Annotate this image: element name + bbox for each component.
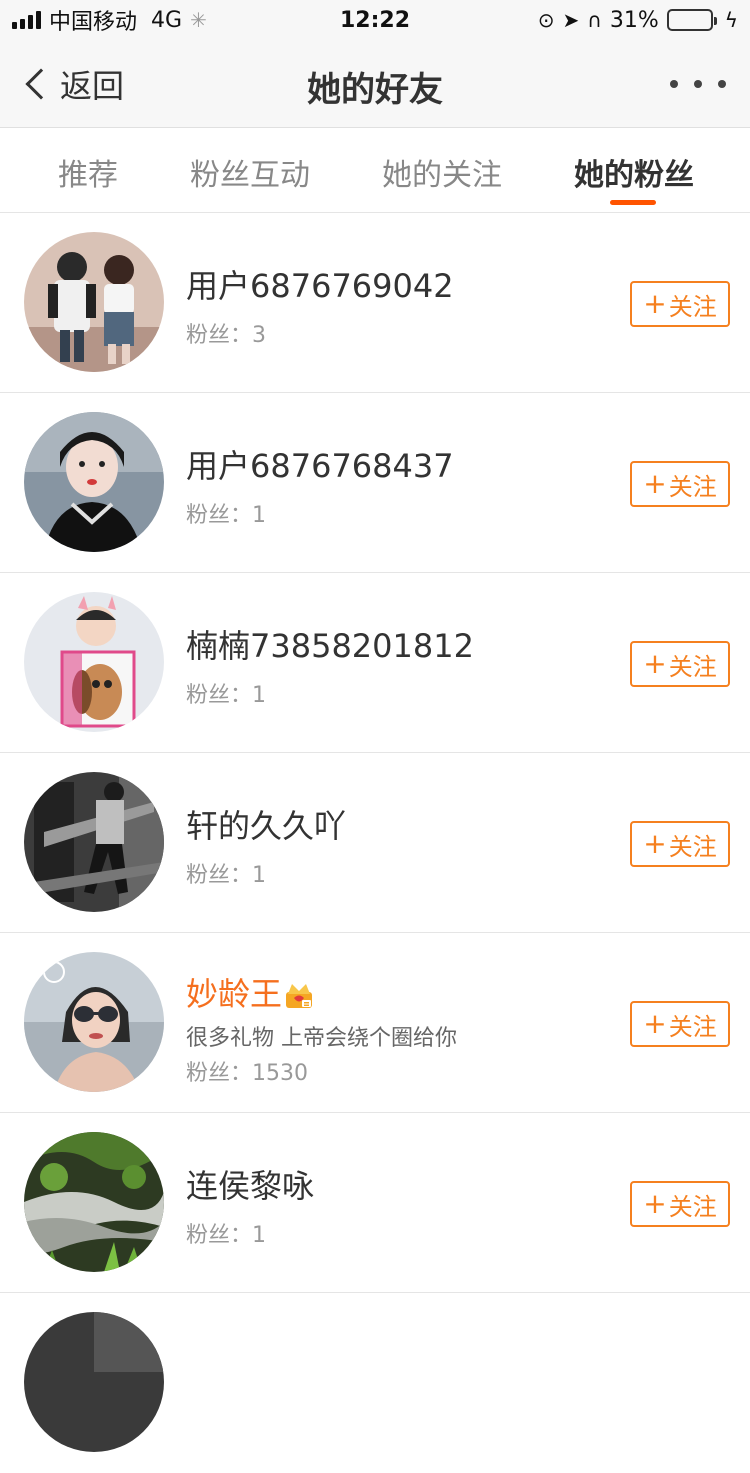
username[interactable]: 用户6876769042 [186, 261, 454, 307]
follow-label: 关注 [668, 832, 717, 861]
list-item[interactable]: 妙龄王 很多礼物 上帝会绕个圈给你 粉丝：1530 + 关注 [0, 933, 750, 1113]
avatar[interactable] [24, 592, 164, 732]
avatar[interactable] [24, 1132, 164, 1272]
follow-button[interactable]: + 关注 [630, 1001, 730, 1047]
list-item[interactable] [0, 1293, 750, 1473]
battery-percent: 31% [609, 7, 659, 33]
username[interactable]: 用户6876768437 [186, 441, 454, 487]
tab-her-following[interactable]: 她的关注 [382, 150, 502, 194]
follow-button[interactable]: + 关注 [630, 281, 730, 327]
navigation-bar: 返回 她的好友 [0, 40, 750, 128]
signal-icon [12, 11, 41, 29]
follow-label: 关注 [668, 472, 717, 501]
plus-icon: + [643, 467, 667, 500]
plus-icon: + [643, 1007, 667, 1040]
username[interactable]: 楠楠73858201812 [186, 621, 474, 667]
follow-label: 关注 [668, 1192, 717, 1221]
carrier-label: 中国移动 [49, 10, 138, 35]
avatar[interactable] [24, 232, 164, 372]
lock-rotation-icon: ⊙ [537, 8, 555, 32]
tab-her-fans[interactable]: 她的粉丝 [574, 150, 694, 194]
more-dots-icon[interactable] [670, 70, 726, 98]
user-bio: 很多礼物 上帝会绕个圈给你 [186, 1026, 457, 1051]
plus-icon: + [643, 1187, 667, 1220]
avatar[interactable] [24, 772, 164, 912]
tab-bar: 推荐 粉丝互动 她的关注 她的粉丝 [0, 128, 750, 213]
page-title: 她的好友 [307, 70, 443, 110]
fans-count: 粉丝：1530 [186, 1061, 308, 1086]
avatar[interactable] [24, 412, 164, 552]
plus-icon: + [643, 827, 667, 860]
fans-count: 粉丝：3 [186, 323, 266, 348]
tab-fan-interaction[interactable]: 粉丝互动 [190, 150, 310, 194]
username[interactable]: 妙龄王 [186, 969, 314, 1015]
username[interactable]: 连侯黎咏 [186, 1161, 314, 1207]
charging-icon: ϟ [724, 8, 738, 32]
list-item[interactable]: 楠楠73858201812 粉丝：1 + 关注 [0, 573, 750, 753]
username[interactable]: 轩的久久吖 [186, 801, 346, 847]
username-text: 妙龄王 [186, 975, 283, 1013]
plus-icon: + [643, 647, 667, 680]
avatar[interactable] [24, 952, 164, 1092]
list-item[interactable]: 连侯黎咏 粉丝：1 + 关注 [0, 1113, 750, 1293]
active-tab-indicator [610, 200, 656, 205]
plus-icon: + [643, 287, 667, 320]
status-bar: 中国移动 4G ✳ 12:22 ⊙ ➤ ∩ 31% ϟ [0, 0, 750, 40]
list-item[interactable]: 轩的久久吖 粉丝：1 + 关注 [0, 753, 750, 933]
network-label: 4G [151, 7, 183, 33]
list-item[interactable]: 用户6876769042 粉丝：3 + 关注 [0, 213, 750, 393]
status-right: ⊙ ➤ ∩ 31% ϟ [538, 8, 738, 33]
follow-button[interactable]: + 关注 [630, 641, 730, 687]
status-left: 中国移动 4G ✳ [12, 4, 207, 36]
crown-icon [286, 984, 313, 1008]
avatar[interactable] [24, 1312, 164, 1452]
fans-count: 粉丝：1 [186, 1223, 266, 1248]
list-item[interactable]: 用户6876768437 粉丝：1 + 关注 [0, 393, 750, 573]
follow-button[interactable]: + 关注 [630, 821, 730, 867]
follow-button[interactable]: + 关注 [630, 1181, 730, 1227]
follow-label: 关注 [668, 652, 717, 681]
tab-recommend[interactable]: 推荐 [58, 150, 118, 194]
fans-count: 粉丝：1 [186, 503, 266, 528]
location-icon: ➤ [562, 8, 580, 32]
loading-icon: ✳ [190, 8, 207, 32]
battery-icon [666, 9, 717, 31]
headphones-icon: ∩ [587, 8, 602, 32]
fan-list: 用户6876769042 粉丝：3 + 关注 用户6876768437 粉丝：1… [0, 213, 750, 1473]
follow-label: 关注 [668, 292, 717, 321]
fans-count: 粉丝：1 [186, 683, 266, 708]
follow-button[interactable]: + 关注 [630, 461, 730, 507]
follow-label: 关注 [668, 1012, 717, 1041]
fans-count: 粉丝：1 [186, 863, 266, 888]
